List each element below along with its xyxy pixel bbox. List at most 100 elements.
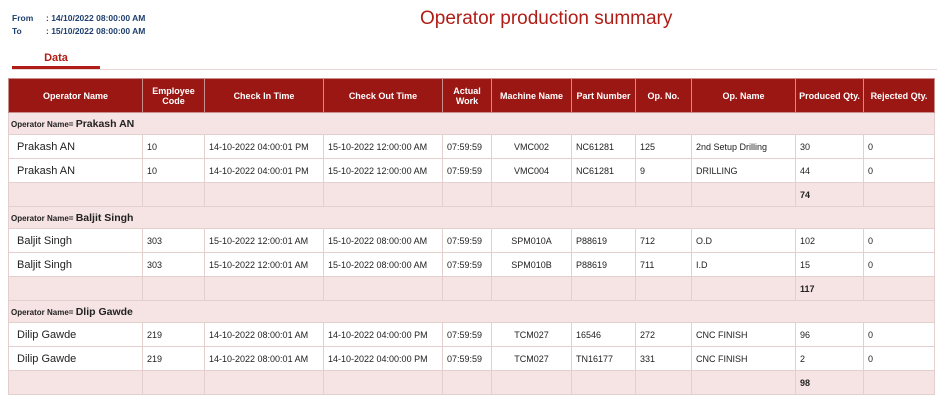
cell-machine: SPM010B: [491, 252, 572, 277]
group-name: Prakash AN: [75, 117, 135, 130]
table-row: Dilip Gawde 219 14-10-2022 08:00:01 AM 1…: [8, 346, 935, 371]
col-rejected-qty[interactable]: Rejected Qty.: [863, 78, 935, 113]
cell-machine: VMC002: [491, 134, 572, 159]
cell-actual: 07:59:59: [442, 158, 492, 183]
group-name: Dlip Gawde: [75, 305, 133, 318]
table-header-row: Operator Name Employee Code Check In Tim…: [8, 78, 935, 113]
cell-operator: Dilip Gawde: [8, 322, 143, 347]
cell-operator: Baljit Singh: [8, 252, 143, 277]
cell-part: NC61281: [571, 158, 636, 183]
cell-actual: 07:59:59: [442, 322, 492, 347]
table-row: Prakash AN 10 14-10-2022 04:00:01 PM 15-…: [8, 158, 935, 183]
cell-code: 10: [142, 134, 205, 159]
tab-data[interactable]: Data: [12, 52, 100, 64]
table-row: Baljit Singh 303 15-10-2022 12:00:01 AM …: [8, 228, 935, 253]
cell-op-no: 272: [635, 322, 692, 347]
cell-part: P88619: [571, 228, 636, 253]
cell-op-name: DRILLING: [691, 158, 796, 183]
cell-code: 303: [142, 252, 205, 277]
col-op-name[interactable]: Op. Name: [691, 78, 796, 113]
cell-produced: 30: [795, 134, 864, 159]
group-header: Operator Name= Baljit Singh: [8, 206, 935, 229]
group-header-row: Operator Name= Dlip Gawde: [8, 300, 935, 323]
cell-actual: 07:59:59: [442, 346, 492, 371]
group-prefix: Operator Name=: [11, 213, 74, 223]
cell-op-no: 9: [635, 158, 692, 183]
cell-operator: Baljit Singh: [8, 228, 143, 253]
to-value: : 15/10/2022 08:00:00 AM: [46, 26, 146, 36]
col-op-no[interactable]: Op. No.: [635, 78, 692, 113]
cell-op-name: CNC FINISH: [691, 346, 796, 371]
cell-check-in: 15-10-2022 12:00:01 AM: [204, 252, 324, 277]
group-header: Operator Name= Dlip Gawde: [8, 300, 935, 323]
group-total-produced: 74: [795, 182, 864, 207]
group-header-row: Operator Name= Baljit Singh: [8, 206, 935, 229]
group-header: Operator Name= Prakash AN: [8, 112, 935, 135]
from-row: From : 14/10/2022 08:00:00 AM: [12, 12, 145, 25]
cell-rejected: 0: [863, 346, 935, 371]
cell-op-name: 2nd Setup Drilling: [691, 134, 796, 159]
to-row: To : 15/10/2022 08:00:00 AM: [12, 25, 145, 38]
cell-check-out: 15-10-2022 08:00:00 AM: [323, 228, 443, 253]
cell-check-in: 14-10-2022 08:00:01 AM: [204, 346, 324, 371]
group-prefix: Operator Name=: [11, 307, 74, 317]
cell-op-name: CNC FINISH: [691, 322, 796, 347]
col-check-in-time[interactable]: Check In Time: [204, 78, 324, 113]
cell-rejected: 0: [863, 158, 935, 183]
cell-actual: 07:59:59: [442, 252, 492, 277]
cell-machine: TCM027: [491, 346, 572, 371]
to-label: To: [12, 26, 22, 36]
col-operator-name[interactable]: Operator Name: [8, 78, 143, 113]
cell-check-out: 14-10-2022 04:00:00 PM: [323, 322, 443, 347]
cell-check-out: 15-10-2022 08:00:00 AM: [323, 252, 443, 277]
cell-op-name: O.D: [691, 228, 796, 253]
group-header-row: Operator Name= Prakash AN: [8, 112, 935, 135]
cell-code: 219: [142, 346, 205, 371]
col-produced-qty[interactable]: Produced Qty.: [795, 78, 864, 113]
cell-part: TN16177: [571, 346, 636, 371]
date-range: From : 14/10/2022 08:00:00 AM To : 15/10/2…: [12, 12, 145, 38]
cell-code: 219: [142, 322, 205, 347]
cell-check-in: 14-10-2022 08:00:01 AM: [204, 322, 324, 347]
from-label: From: [12, 13, 34, 23]
tab-divider: [12, 69, 937, 70]
group-name: Baljit Singh: [75, 211, 134, 224]
cell-rejected: 0: [863, 322, 935, 347]
cell-rejected: 0: [863, 134, 935, 159]
cell-code: 303: [142, 228, 205, 253]
cell-operator: Prakash AN: [8, 158, 143, 183]
group-total-produced: 117: [795, 276, 864, 301]
page-title: Operator production summary: [420, 8, 673, 29]
cell-op-no: 125: [635, 134, 692, 159]
cell-op-no: 711: [635, 252, 692, 277]
table-row: Baljit Singh 303 15-10-2022 12:00:01 AM …: [8, 252, 935, 277]
group-total-row: 98: [8, 370, 935, 395]
cell-actual: 07:59:59: [442, 134, 492, 159]
cell-op-no: 712: [635, 228, 692, 253]
group-prefix: Operator Name=: [11, 119, 74, 129]
cell-rejected: 0: [863, 252, 935, 277]
col-machine-name[interactable]: Machine Name: [491, 78, 572, 113]
cell-code: 10: [142, 158, 205, 183]
cell-part: P88619: [571, 252, 636, 277]
cell-produced: 102: [795, 228, 864, 253]
group-total-row: 117: [8, 276, 935, 301]
from-value: : 14/10/2022 08:00:00 AM: [46, 13, 146, 23]
cell-op-name: I.D: [691, 252, 796, 277]
cell-actual: 07:59:59: [442, 228, 492, 253]
cell-rejected: 0: [863, 228, 935, 253]
cell-part: 16546: [571, 322, 636, 347]
col-employee-code[interactable]: Employee Code: [142, 78, 205, 113]
col-check-out-time[interactable]: Check Out Time: [323, 78, 443, 113]
cell-produced: 2: [795, 346, 864, 371]
col-actual-work[interactable]: Actual Work: [442, 78, 492, 113]
cell-check-out: 14-10-2022 04:00:00 PM: [323, 346, 443, 371]
cell-machine: VMC004: [491, 158, 572, 183]
table-row: Prakash AN 10 14-10-2022 04:00:01 PM 15-…: [8, 134, 935, 159]
col-part-number[interactable]: Part Number: [571, 78, 636, 113]
group-total-row: 74: [8, 182, 935, 207]
group-total-produced: 98: [795, 370, 864, 395]
cell-check-in: 15-10-2022 12:00:01 AM: [204, 228, 324, 253]
cell-part: NC61281: [571, 134, 636, 159]
cell-operator: Prakash AN: [8, 134, 143, 159]
